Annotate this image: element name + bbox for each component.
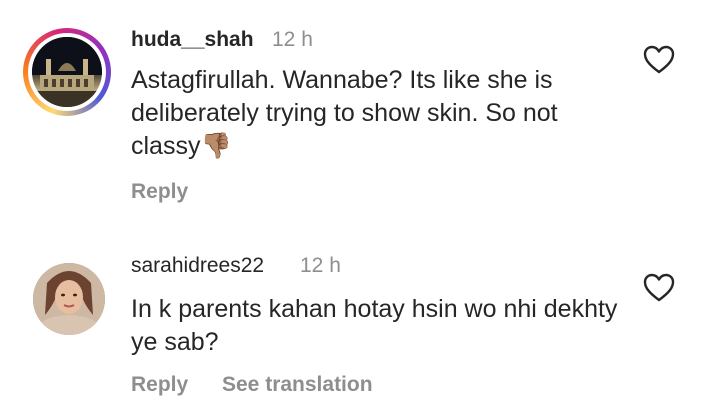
comment-text: Astagfirullah. Wannabe? Its like she is …	[131, 64, 631, 163]
comment-body: In k parents kahan hotay hsin wo nhi dek…	[131, 295, 618, 356]
comment-item: huda__shah 12 h Astagfirullah. Wannabe? …	[0, 0, 720, 230]
heart-icon[interactable]	[643, 273, 675, 303]
thumbs-down-emoji: 👎🏽	[200, 132, 232, 160]
heart-icon[interactable]	[643, 45, 675, 75]
comment-text: In k parents kahan hotay hsin wo nhi dek…	[131, 293, 631, 359]
reply-button[interactable]: Reply	[131, 373, 188, 397]
avatar-story-ring[interactable]	[23, 28, 111, 116]
see-translation-button[interactable]: See translation	[222, 373, 373, 397]
comment-username[interactable]: sarahidrees22	[131, 254, 264, 278]
avatar-border	[28, 33, 106, 111]
avatar[interactable]	[33, 263, 105, 335]
reply-button[interactable]: Reply	[131, 180, 188, 204]
comment-item: sarahidrees22 12 h In k parents kahan ho…	[0, 230, 720, 418]
avatar	[32, 37, 102, 107]
comment-timestamp: 12 h	[272, 28, 313, 51]
comment-body: Astagfirullah. Wannabe? Its like she is …	[131, 66, 558, 160]
comment-username[interactable]: huda__shah	[131, 28, 254, 52]
profile-photo	[33, 263, 105, 335]
mosque-image	[32, 37, 102, 107]
comment-timestamp: 12 h	[300, 254, 341, 277]
